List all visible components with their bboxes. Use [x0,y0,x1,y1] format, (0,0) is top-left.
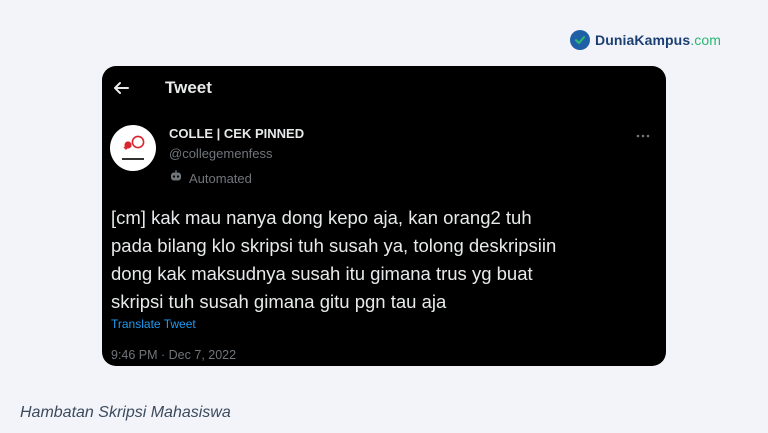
tweet-header-bar: Tweet [102,66,666,110]
back-arrow-icon[interactable] [112,79,130,97]
check-icon [570,30,590,50]
brand-name-suffix: .com [690,32,721,48]
automated-badge: Automated [169,169,252,188]
automated-label: Automated [189,171,252,186]
tweet-body: [cm] kak mau nanya dong kepo aja, kan or… [111,207,557,312]
brand-name-main: DuniaKampus [595,32,691,48]
bot-icon [169,169,183,188]
author-handle[interactable]: @collegemenfess [169,146,273,161]
tweet-card: Tweet COLLE | CEK PINNED @collegemenfess… [102,66,666,366]
tweet-timestamp[interactable]: 9:46 PM · Dec 7, 2022 [111,348,236,362]
image-caption: Hambatan Skripsi Mahasiswa [20,404,231,421]
brand-logo-block: DuniaKampus.com [570,30,721,50]
page-title: Tweet [165,78,212,97]
translate-tweet-link[interactable]: Translate Tweet [111,317,196,331]
author-display-name[interactable]: COLLE | CEK PINNED [169,126,304,141]
brand-name: DuniaKampus.com [595,32,721,48]
avatar[interactable] [110,125,156,171]
more-options-icon[interactable] [635,128,651,138]
